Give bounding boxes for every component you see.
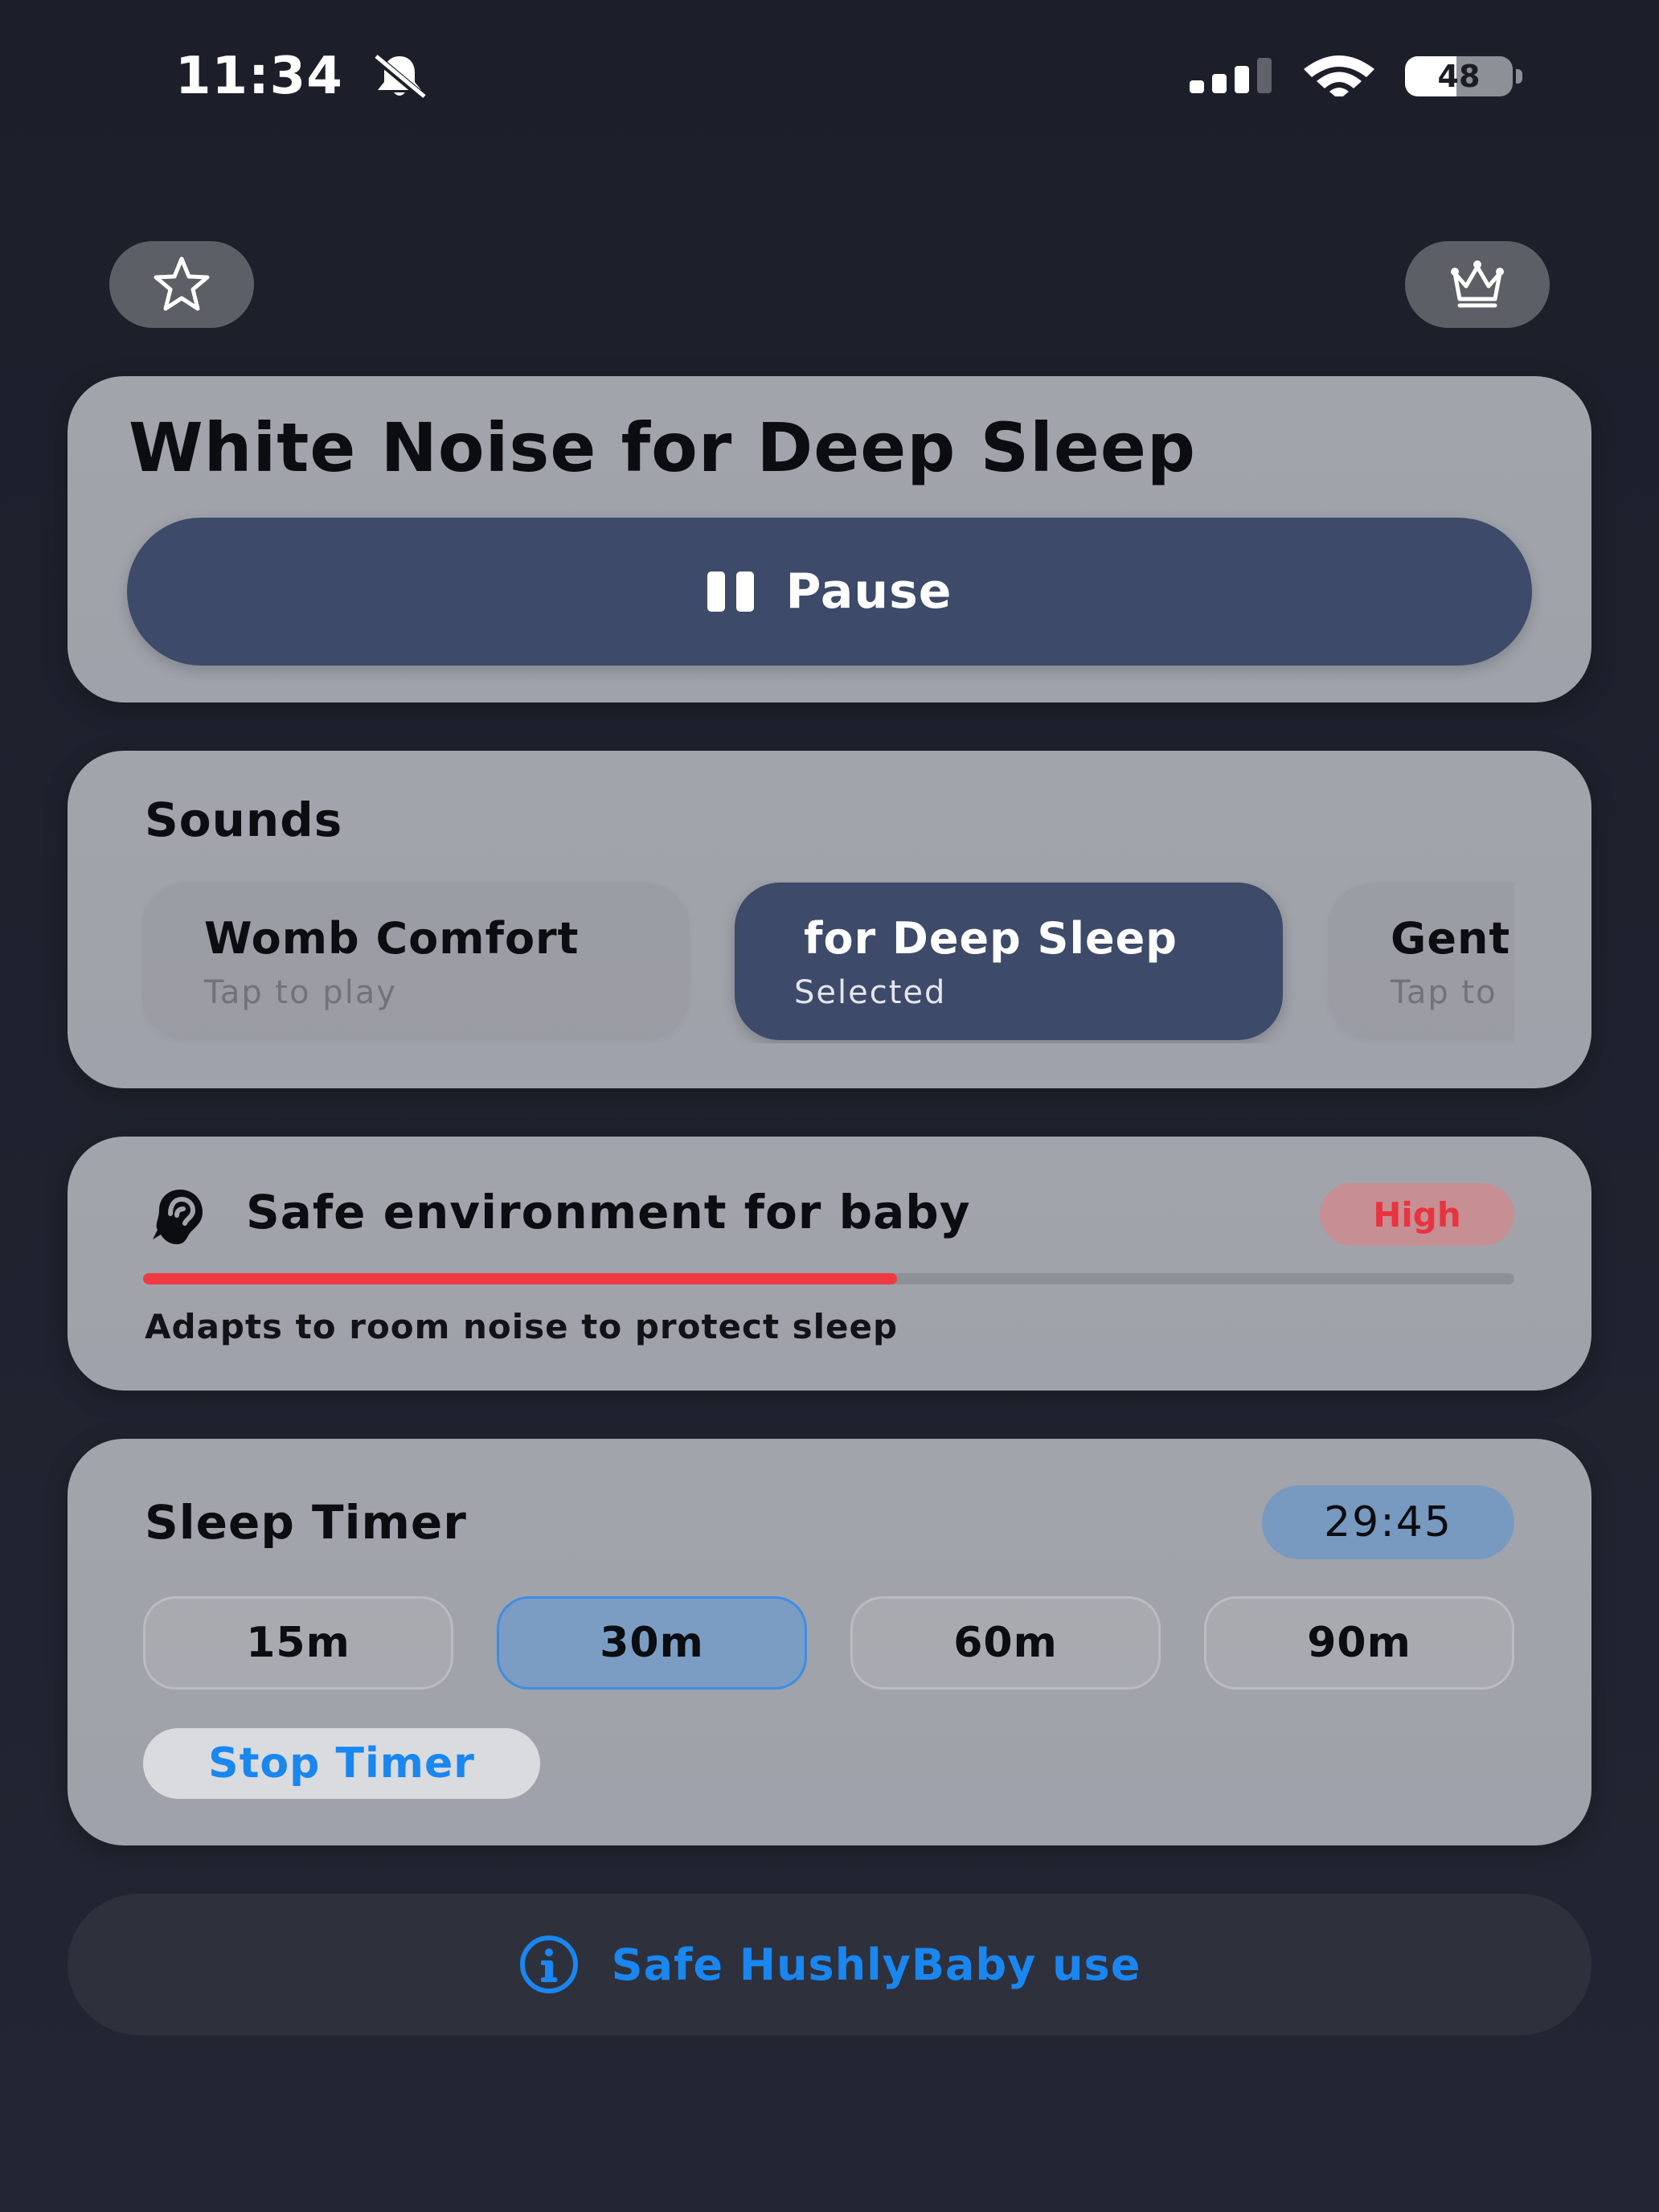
battery-percent: 48 — [1437, 59, 1481, 94]
favorite-button[interactable] — [109, 241, 254, 328]
timer-title: Sleep Timer — [145, 1495, 467, 1550]
noise-level-bar — [143, 1273, 1514, 1284]
sound-subtitle: Tap to play — [204, 974, 397, 1011]
pause-icon — [707, 571, 754, 612]
sound-item-deep-sleep[interactable]: for Deep Sleep Selected — [735, 883, 1283, 1040]
timer-option-30m[interactable]: 30m — [497, 1596, 807, 1690]
status-time: 11:34 — [175, 47, 343, 106]
pause-button[interactable]: Pause — [127, 518, 1532, 666]
timer-option-15m[interactable]: 15m — [143, 1596, 453, 1690]
safety-subtitle: Adapts to room noise to protect sleep — [145, 1307, 899, 1346]
safe-use-button[interactable]: Safe HushlyBaby use — [68, 1894, 1591, 2035]
noise-level-badge: High — [1320, 1183, 1514, 1246]
timer-option-90m[interactable]: 90m — [1204, 1596, 1514, 1690]
pause-label: Pause — [785, 563, 952, 620]
crown-icon — [1451, 260, 1504, 308]
noise-level-fill — [143, 1273, 898, 1284]
safety-title: Safe environment for baby — [246, 1185, 971, 1239]
sound-name: for Deep Sleep — [804, 913, 1178, 964]
battery-indicator: 48 — [1405, 56, 1524, 96]
sound-list[interactable]: Womb Comfort Tap to play for Deep Sleep … — [141, 881, 1514, 1043]
ear-icon — [153, 1190, 203, 1244]
stop-timer-button[interactable]: Stop Timer — [143, 1728, 540, 1799]
timer-remaining: 29:45 — [1262, 1485, 1514, 1559]
star-icon — [154, 256, 210, 311]
cellular-signal-icon — [1190, 58, 1272, 93]
premium-button[interactable] — [1405, 241, 1550, 328]
bell-slash-icon — [371, 53, 428, 100]
sounds-title: Sounds — [145, 793, 343, 847]
track-title: White Noise for Deep Sleep — [129, 408, 1196, 487]
wifi-icon — [1304, 55, 1374, 96]
sound-item-womb-comfort[interactable]: Womb Comfort Tap to play — [141, 883, 690, 1040]
safe-use-label: Safe HushlyBaby use — [611, 1939, 1141, 1990]
sound-name: Gent — [1391, 913, 1511, 964]
sound-item-gentle[interactable]: Gent Tap to — [1328, 883, 1514, 1040]
info-icon — [519, 1936, 578, 1993]
sound-name: Womb Comfort — [204, 913, 580, 964]
sound-subtitle: Tap to — [1391, 974, 1497, 1011]
safety-card — [68, 1137, 1591, 1391]
timer-option-60m[interactable]: 60m — [850, 1596, 1161, 1690]
sound-subtitle: Selected — [794, 974, 947, 1011]
